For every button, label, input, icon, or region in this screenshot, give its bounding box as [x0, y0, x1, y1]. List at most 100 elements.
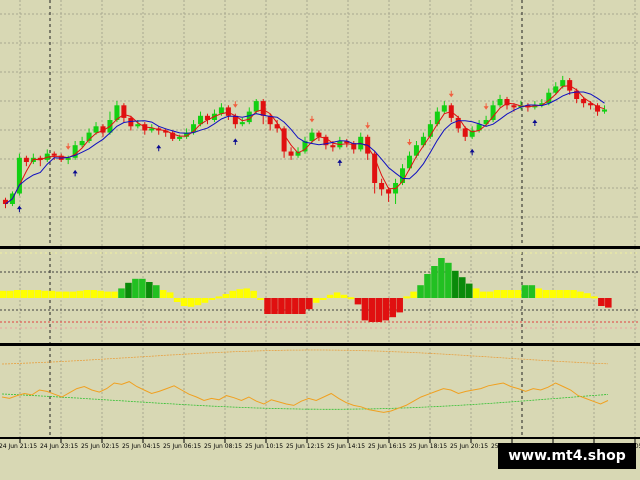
- histogram-bar[interactable]: [465, 283, 473, 298]
- histogram-bar[interactable]: [41, 290, 49, 298]
- bear-candle[interactable]: [511, 105, 517, 108]
- histogram-bar[interactable]: [292, 298, 299, 314]
- bull-candle[interactable]: [239, 122, 245, 125]
- histogram-bar[interactable]: [500, 290, 508, 298]
- histogram-bar[interactable]: [368, 298, 376, 322]
- histogram-bar[interactable]: [6, 290, 14, 298]
- histogram-bar[interactable]: [333, 292, 341, 298]
- bull-candle[interactable]: [490, 105, 496, 120]
- bull-candle[interactable]: [497, 99, 503, 106]
- bear-candle[interactable]: [2, 199, 8, 204]
- bear-candle[interactable]: [330, 145, 336, 148]
- histogram-bar[interactable]: [278, 298, 285, 314]
- histogram-bar[interactable]: [445, 262, 452, 298]
- histogram-bar[interactable]: [459, 277, 466, 298]
- histogram-bar[interactable]: [236, 289, 244, 298]
- histogram-bar[interactable]: [13, 290, 21, 298]
- bull-candle[interactable]: [441, 105, 447, 112]
- histogram-bar[interactable]: [271, 298, 278, 314]
- histogram-bar[interactable]: [118, 288, 125, 298]
- bull-candle[interactable]: [135, 124, 141, 127]
- histogram-bar[interactable]: [27, 290, 35, 298]
- bull-candle[interactable]: [253, 101, 259, 112]
- histogram-bar[interactable]: [243, 288, 250, 298]
- histogram-bar[interactable]: [215, 296, 223, 299]
- histogram-bar[interactable]: [62, 291, 70, 298]
- histogram-bar[interactable]: [306, 298, 313, 310]
- histogram-bar[interactable]: [201, 298, 209, 303]
- histogram-bar[interactable]: [104, 291, 111, 298]
- bear-candle[interactable]: [386, 189, 392, 194]
- histogram-bar[interactable]: [125, 282, 132, 298]
- histogram-bar[interactable]: [424, 274, 431, 298]
- histogram-bar[interactable]: [285, 298, 292, 314]
- histogram-bar[interactable]: [486, 291, 494, 298]
- histogram-bar[interactable]: [514, 290, 522, 298]
- histogram-bar[interactable]: [549, 290, 556, 298]
- histogram-bar[interactable]: [438, 258, 445, 298]
- histogram-bar[interactable]: [598, 298, 605, 306]
- histogram-bar[interactable]: [69, 291, 77, 298]
- histogram-bar[interactable]: [361, 298, 369, 321]
- histogram-bar[interactable]: [173, 298, 181, 302]
- histogram-bar[interactable]: [577, 291, 584, 298]
- histogram-bar[interactable]: [34, 290, 42, 298]
- histogram-bar[interactable]: [347, 297, 355, 300]
- bull-candle[interactable]: [560, 80, 566, 87]
- histogram-bar[interactable]: [132, 278, 139, 298]
- histogram-bar[interactable]: [319, 298, 327, 300]
- histogram-bar[interactable]: [97, 290, 104, 298]
- histogram-bar[interactable]: [389, 298, 397, 318]
- histogram-bar[interactable]: [20, 290, 28, 298]
- bull-candle[interactable]: [602, 109, 608, 112]
- histogram-bar[interactable]: [452, 270, 459, 298]
- histogram-bar[interactable]: [591, 296, 598, 299]
- histogram-bar[interactable]: [312, 298, 320, 303]
- histogram-bar[interactable]: [153, 285, 160, 298]
- histogram-bar[interactable]: [76, 290, 84, 298]
- histogram-bar[interactable]: [257, 298, 264, 300]
- histogram-bar[interactable]: [570, 290, 577, 298]
- histogram-bar[interactable]: [542, 290, 550, 298]
- histogram-bar[interactable]: [222, 294, 230, 298]
- histogram-bar[interactable]: [605, 298, 612, 308]
- histogram-bar[interactable]: [472, 288, 480, 298]
- histogram-bar[interactable]: [180, 298, 188, 306]
- histogram-bar[interactable]: [410, 291, 417, 298]
- trading-chart[interactable]: 24 Jun 21:15 24 Jun 23:15 25 Jun 02:15 25 J…: [0, 0, 640, 480]
- histogram-bar[interactable]: [55, 291, 63, 298]
- histogram-bar[interactable]: [159, 290, 167, 298]
- histogram-bar[interactable]: [584, 293, 591, 298]
- bull-candle[interactable]: [177, 136, 183, 139]
- histogram-bar[interactable]: [396, 298, 403, 313]
- histogram-bar[interactable]: [299, 298, 306, 314]
- histogram-bar[interactable]: [431, 266, 438, 298]
- histogram-bar[interactable]: [493, 290, 501, 298]
- bear-candle[interactable]: [462, 128, 468, 137]
- histogram-bar[interactable]: [507, 290, 515, 298]
- histogram-bar[interactable]: [326, 294, 334, 298]
- histogram-bar[interactable]: [111, 291, 118, 298]
- bull-candle[interactable]: [93, 126, 99, 133]
- histogram-bar[interactable]: [194, 298, 202, 306]
- histogram-bar[interactable]: [382, 298, 390, 321]
- histogram-bar[interactable]: [48, 290, 56, 298]
- histogram-bar[interactable]: [417, 285, 424, 298]
- histogram-bar[interactable]: [250, 290, 257, 298]
- histogram-bar[interactable]: [528, 285, 536, 298]
- histogram-bar[interactable]: [375, 298, 383, 322]
- histogram-bar[interactable]: [146, 282, 153, 298]
- histogram-bar[interactable]: [139, 278, 146, 298]
- bear-candle[interactable]: [260, 101, 266, 116]
- histogram-bar[interactable]: [90, 290, 97, 298]
- histogram-bar[interactable]: [535, 288, 543, 298]
- bear-candle[interactable]: [581, 99, 587, 104]
- bull-candle[interactable]: [79, 141, 85, 146]
- bull-candle[interactable]: [309, 132, 315, 141]
- histogram-bar[interactable]: [0, 290, 7, 298]
- histogram-bar[interactable]: [340, 294, 348, 298]
- bull-candle[interactable]: [218, 107, 224, 114]
- histogram-bar[interactable]: [354, 298, 362, 305]
- histogram-bar[interactable]: [229, 290, 237, 298]
- bear-candle[interactable]: [225, 107, 231, 116]
